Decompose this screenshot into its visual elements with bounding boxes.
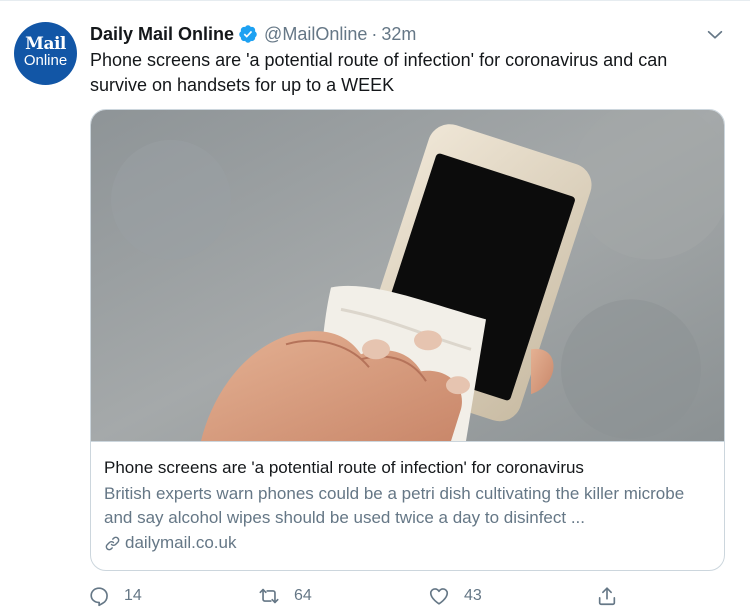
heart-icon	[429, 588, 449, 605]
card-body[interactable]: Phone screens are 'a potential route of …	[104, 456, 714, 553]
tweet[interactable]: Mail Online Daily Mail Online @MailOnlin…	[0, 0, 750, 615]
reply-count: 14	[124, 587, 142, 604]
display-name[interactable]: Daily Mail Online	[90, 24, 234, 45]
tweet-text: Phone screens are 'a potential route of …	[90, 50, 668, 95]
reply-icon	[90, 587, 108, 607]
link-card[interactable]: Phone screens are 'a potential route of …	[90, 109, 725, 571]
tweet-actions: 14 64 43	[88, 583, 728, 609]
verified-badge-icon	[239, 25, 257, 43]
tweet-header: Daily Mail Online @MailOnline · 32m	[90, 22, 416, 46]
like-button[interactable]: 43	[428, 583, 482, 609]
share-icon	[598, 587, 616, 606]
share-button[interactable]	[596, 583, 618, 609]
card-image[interactable]	[91, 110, 724, 442]
retweet-button[interactable]: 64	[258, 583, 312, 609]
card-title[interactable]: Phone screens are 'a potential route of …	[104, 456, 714, 480]
card-domain[interactable]: dailymail.co.uk	[104, 533, 714, 553]
reply-button[interactable]: 14	[88, 583, 142, 609]
card-domain-text: dailymail.co.uk	[125, 533, 237, 552]
timestamp[interactable]: 32m	[381, 24, 416, 45]
avatar-logo-online: Online	[23, 52, 68, 69]
separator-dot: ·	[371, 23, 378, 44]
avatar-logo-mail: Mail	[25, 34, 66, 54]
retweet-icon	[259, 588, 279, 604]
handle[interactable]: @MailOnline	[264, 24, 367, 45]
like-count: 43	[464, 587, 482, 604]
link-icon	[105, 536, 120, 550]
card-description: British experts warn phones could be a p…	[104, 484, 685, 527]
chevron-down-icon[interactable]	[704, 24, 726, 46]
avatar[interactable]: Mail Online	[14, 22, 77, 85]
retweet-count: 64	[294, 587, 312, 604]
